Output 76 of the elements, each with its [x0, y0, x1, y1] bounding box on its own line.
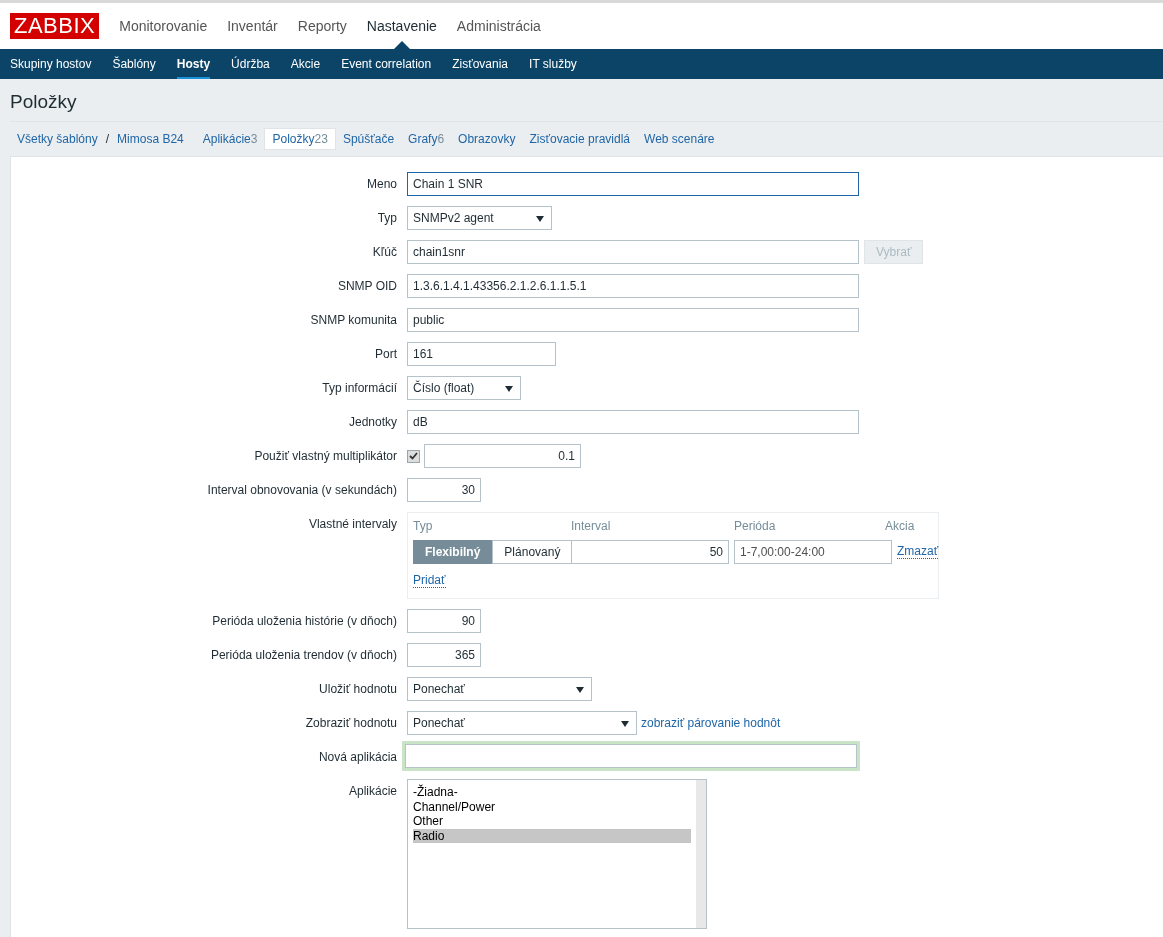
- sub-menu-item[interactable]: Zisťovania: [452, 49, 509, 79]
- sub-menu-item[interactable]: Údržba: [231, 49, 270, 79]
- caret-icon: [576, 687, 584, 693]
- input-field[interactable]: 1.3.6.1.4.1.43356.2.1.2.6.1.1.5.1: [407, 274, 859, 298]
- field-label: Typ: [377, 211, 397, 225]
- list-option[interactable]: Radio: [413, 828, 691, 843]
- tab[interactable]: Web scenáre: [637, 129, 722, 149]
- list-box[interactable]: -Žiadna- Channel/Power Other Radio: [407, 779, 707, 929]
- input-field[interactable]: public: [407, 308, 859, 332]
- input-field[interactable]: 161: [407, 342, 556, 366]
- column-header: Perióda: [734, 519, 777, 533]
- field-label: Vlastné intervaly: [308, 517, 397, 531]
- field-label: Meno: [366, 177, 397, 191]
- zabbix-logo[interactable]: ZABBIX: [10, 13, 100, 39]
- main-menu-item[interactable]: Administrácia: [456, 3, 541, 49]
- value-mapping-link[interactable]: zobraziť párovanie hodnôt: [641, 716, 781, 730]
- input-field[interactable]: 30: [407, 478, 481, 502]
- field-label: Perióda uloženia histórie (v dňoch): [212, 614, 397, 628]
- breadcrumb-link[interactable]: Mimosa B24: [110, 129, 191, 149]
- tab[interactable]: Aplikácie3: [195, 129, 265, 149]
- input-field[interactable]: 0.1: [424, 444, 581, 468]
- checkbox[interactable]: [407, 449, 420, 463]
- input-field[interactable]: 1-7,00:00-24:00: [734, 540, 892, 564]
- tab[interactable]: Obrazovky: [451, 129, 523, 149]
- breadcrumb-separator: /: [104, 132, 111, 146]
- field-label: Použiť vlastný multiplikátor: [254, 449, 397, 463]
- dropdown[interactable]: SNMPv2 agent: [407, 206, 552, 230]
- field-label: Aplikácie: [348, 784, 397, 798]
- dropdown[interactable]: Číslo (float): [407, 376, 521, 400]
- caret-icon: [621, 721, 629, 727]
- caret-icon: [536, 216, 544, 222]
- sub-menu-item[interactable]: Event correlation: [341, 49, 432, 79]
- main-menu-item[interactable]: Reporty: [297, 3, 347, 49]
- sub-menu-item[interactable]: Akcie: [290, 49, 321, 79]
- page-title: Položky: [10, 79, 1163, 122]
- dropdown[interactable]: Ponechať: [407, 677, 592, 701]
- field-label: Uložiť hodnotu: [319, 682, 397, 696]
- input-field[interactable]: 50: [571, 540, 729, 564]
- sub-menu-item[interactable]: Skupiny hostov: [10, 49, 92, 79]
- column-header: Akcia: [885, 519, 915, 533]
- field-label: Perióda uloženia trendov (v dňoch): [210, 648, 397, 662]
- field-label: Zobraziť hodnotu: [305, 716, 397, 730]
- input-field[interactable]: dB: [407, 410, 859, 434]
- main-menu-item[interactable]: Nastavenie: [366, 3, 437, 49]
- tab[interactable]: Zisťovacie pravidlá: [522, 129, 637, 149]
- list-option[interactable]: Channel/Power: [413, 799, 691, 814]
- sub-menu-item[interactable]: Šablóny: [112, 49, 156, 79]
- add-link[interactable]: Pridať: [413, 574, 446, 588]
- sub-menu-item[interactable]: Hosty: [176, 49, 211, 79]
- field-label: Typ informácií: [322, 381, 397, 395]
- interval-type-toggle[interactable]: Plánovaný: [492, 540, 573, 564]
- sub-menu-item[interactable]: IT služby: [529, 49, 577, 79]
- tab[interactable]: Grafy6: [401, 129, 452, 149]
- field-label: Port: [375, 347, 397, 361]
- field-label: Jednotky: [348, 415, 397, 429]
- input-field[interactable]: 365: [407, 643, 481, 667]
- field-label: SNMP OID: [337, 279, 397, 293]
- main-menu-item[interactable]: Monitorovanie: [119, 3, 208, 49]
- column-header: Interval: [571, 519, 612, 533]
- dropdown[interactable]: Ponechať: [407, 711, 637, 735]
- list-option[interactable]: Other: [413, 814, 691, 829]
- column-header: Typ: [413, 519, 434, 533]
- input-field[interactable]: Chain 1 SNR: [407, 172, 859, 196]
- breadcrumb-link[interactable]: Všetky šablóny: [10, 129, 105, 149]
- list-option[interactable]: -Žiadna-: [413, 785, 691, 800]
- field-label: Kľúč: [372, 245, 397, 259]
- tab[interactable]: Spúšťače: [335, 129, 402, 149]
- tab[interactable]: Položky23: [264, 128, 336, 150]
- input-field[interactable]: 90: [407, 609, 481, 633]
- scrollbar[interactable]: [696, 780, 706, 928]
- remove-link[interactable]: Zmazať: [897, 545, 939, 559]
- field-label: SNMP komunita: [310, 313, 397, 327]
- field-label: Nová aplikácia: [318, 750, 397, 764]
- main-menu-item[interactable]: Inventár: [227, 3, 278, 49]
- caret-icon: [505, 386, 513, 392]
- field-label: Interval obnovovania (v sekundách): [207, 483, 397, 497]
